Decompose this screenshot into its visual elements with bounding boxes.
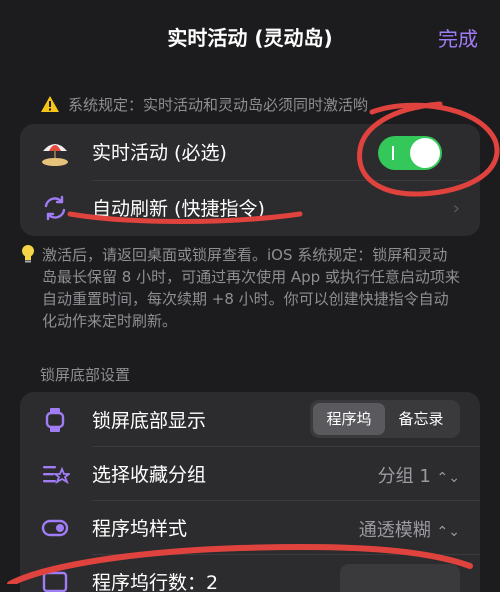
watch-icon (45, 408, 65, 432)
dock-style-row[interactable]: 程序坞样式 通透模糊 ⌃⌄ (20, 500, 480, 556)
segment-dock[interactable]: 程序坞 (313, 403, 385, 435)
dock-rows-icon (42, 571, 68, 592)
live-activity-group: 实时活动 (必选) 自动刷新 (快捷指令) › (20, 124, 480, 236)
warning-icon (41, 96, 59, 112)
system-note-text: 系统规定：实时活动和灵动岛必须同时激活哟 (68, 96, 369, 114)
section-header: 锁屏底部设置 (40, 366, 131, 384)
system-note: 系统规定：实时活动和灵动岛必须同时激活哟 (41, 94, 369, 115)
done-button[interactable]: 完成 (438, 23, 478, 52)
info-text: 激活后，请返回桌面或锁屏查看。iOS 系统规定：锁屏和灵动岛最长保留 8 小时，… (42, 246, 460, 330)
auto-refresh-row[interactable]: 自动刷新 (快捷指令) › (20, 180, 480, 236)
dock-style-label: 程序坞样式 (92, 518, 188, 540)
live-activity-label: 实时活动 (必选) (92, 142, 227, 164)
toggle-on-mark (392, 146, 394, 160)
favorites-group-label: 选择收藏分组 (92, 464, 207, 486)
toggle-style-icon (41, 519, 69, 537)
lockscreen-display-label: 锁屏底部显示 (92, 410, 207, 432)
live-activity-row[interactable]: 实时活动 (必选) (20, 124, 480, 180)
segment-notes[interactable]: 备忘录 (385, 403, 457, 435)
chevron-updown-icon: ⌃⌄ (436, 470, 460, 486)
dock-rows-row: 程序坞行数：2 (20, 554, 480, 592)
display-segmented-control: 程序坞 备忘录 (310, 400, 460, 438)
favorites-value-text: 分组 1 (377, 466, 431, 487)
auto-refresh-label: 自动刷新 (快捷指令) (92, 198, 265, 220)
lightbulb-icon (22, 245, 34, 263)
live-activity-toggle[interactable] (378, 136, 442, 170)
favorites-group-value: 分组 1 ⌃⌄ (378, 462, 460, 488)
beach-umbrella-icon (42, 144, 68, 166)
list-star-icon (43, 466, 70, 485)
lockscreen-settings-group: 锁屏底部显示 程序坞 备忘录 选择收藏分组 分组 1 ⌃⌄ 程序坞样式 通透模糊… (20, 392, 480, 592)
chevron-updown-icon: ⌃⌄ (436, 524, 460, 540)
lockscreen-display-row: 锁屏底部显示 程序坞 备忘录 (20, 392, 480, 448)
refresh-icon (44, 195, 66, 221)
toggle-knob (410, 138, 440, 168)
navigation-bar: 实时活动 (灵动岛) 完成 (0, 0, 500, 80)
dock-style-value: 通透模糊 ⌃⌄ (359, 516, 460, 542)
dock-rows-label: 程序坞行数：2 (92, 572, 219, 592)
page-title: 实时活动 (灵动岛) (167, 26, 333, 50)
chevron-right-icon: › (452, 198, 460, 219)
favorites-group-row[interactable]: 选择收藏分组 分组 1 ⌃⌄ (20, 446, 480, 502)
dock-style-value-text: 通透模糊 (358, 520, 431, 541)
dock-rows-stepper[interactable] (340, 564, 460, 592)
